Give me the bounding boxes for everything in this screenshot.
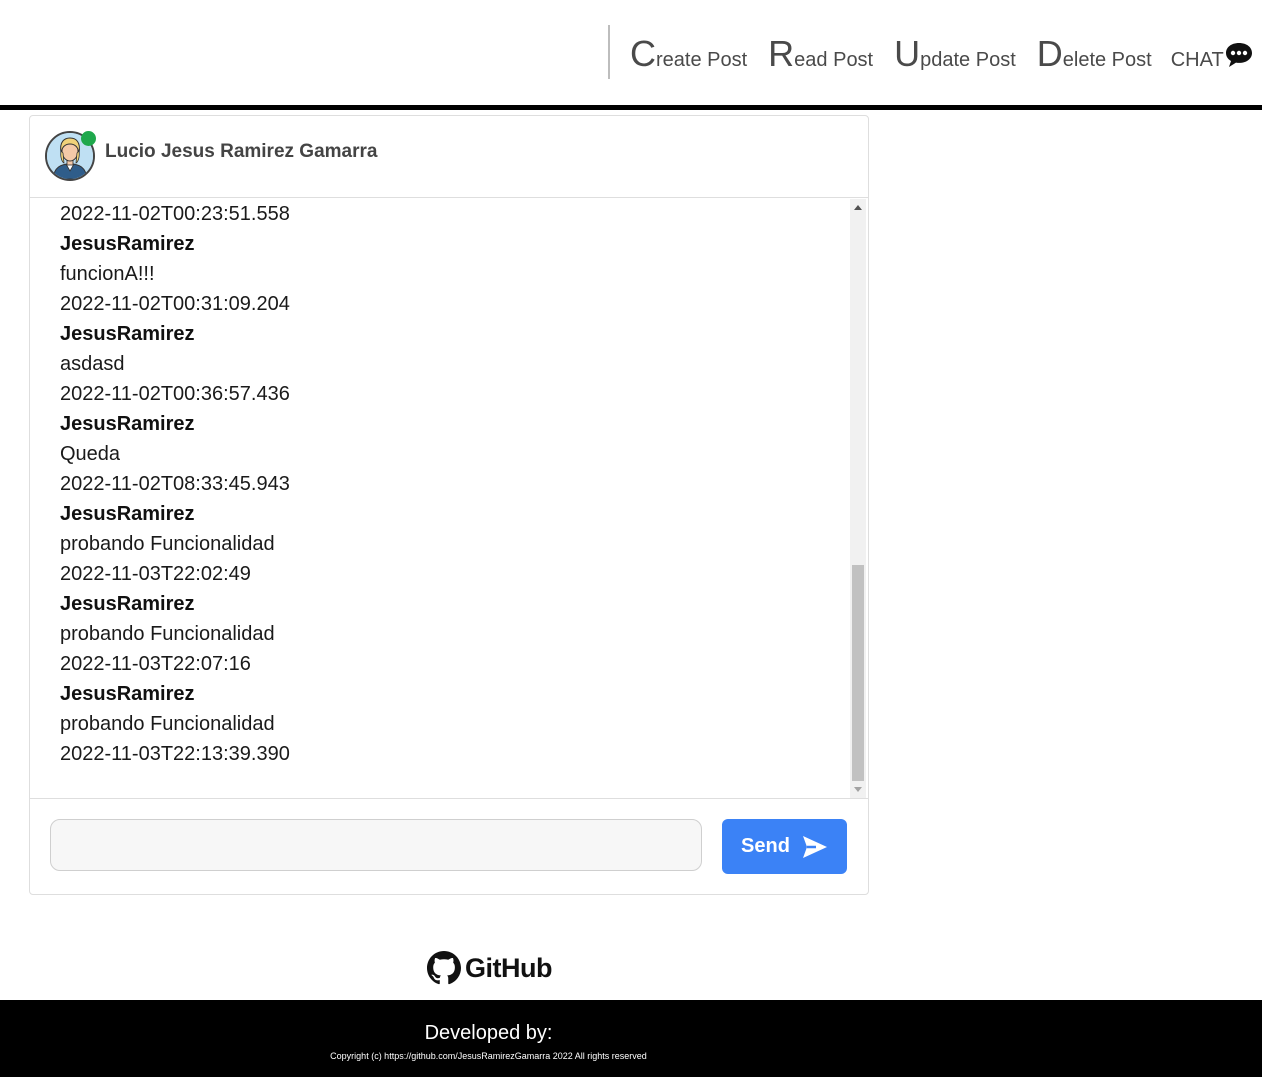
scrollbar-thumb[interactable] <box>852 565 864 781</box>
message-timestamp: 2022-11-03T22:07:16 <box>60 653 251 675</box>
nav-links: Create Post Read Post Update Post Delete… <box>630 30 1254 72</box>
chat-header: Lucio Jesus Ramirez Gamarra <box>30 116 868 198</box>
message-text: funcionA!!! <box>60 263 155 285</box>
nav-link-label: elete Post <box>1062 49 1152 71</box>
message-author: JesusRamirez <box>60 323 195 345</box>
nav-divider <box>608 25 610 79</box>
message-author: JesusRamirez <box>60 233 195 255</box>
nav-link-label: pdate Post <box>920 49 1016 71</box>
nav-create-post-link[interactable]: Create Post <box>630 36 747 72</box>
message-timestamp: 2022-11-02T00:23:51.558 <box>60 203 290 225</box>
message-input[interactable] <box>50 819 702 871</box>
copyright-text: Copyright (c) https://github.com/JesusRa… <box>330 1051 647 1061</box>
message-list-content: 2022-11-02T00:23:51.558 JesusRamirez funci… <box>60 199 840 769</box>
github-label: GitHub <box>465 952 552 983</box>
nav-chat-label: CHAT <box>1170 49 1224 71</box>
message-list[interactable]: 2022-11-02T00:23:51.558 JesusRamirez funci… <box>30 199 868 798</box>
message-text: probando Funcionalidad <box>60 623 275 645</box>
nav-link-label: reate Post <box>656 49 748 71</box>
message-text: probando Funcionalidad <box>60 713 275 735</box>
nav-read-post-link[interactable]: Read Post <box>768 36 873 72</box>
chat-card: Lucio Jesus Ramirez Gamarra 2022-11-02T0… <box>29 115 869 895</box>
send-button-label: Send <box>741 835 790 857</box>
message-author: JesusRamirez <box>60 503 195 525</box>
github-logo-icon <box>427 951 461 985</box>
chat-contact-name: Lucio Jesus Ramirez Gamarra <box>105 141 378 162</box>
message-text: Queda <box>60 443 121 465</box>
scroll-down-arrow-icon[interactable] <box>854 787 862 792</box>
developed-by-text: Developed by: <box>424 1022 553 1044</box>
message-author: JesusRamirez <box>60 683 195 705</box>
nav-update-post-link[interactable]: Update Post <box>894 36 1016 72</box>
message-timestamp: 2022-11-02T00:31:09.204 <box>60 293 290 315</box>
nav-link-initial: D <box>1036 33 1063 74</box>
online-status-dot <box>81 131 96 146</box>
nav-link-initial: U <box>894 33 921 74</box>
message-timestamp: 2022-11-02T00:36:57.436 <box>60 383 290 405</box>
message-list-scrollbar[interactable] <box>850 199 866 798</box>
top-navbar: Create Post Read Post Update Post Delete… <box>0 0 1262 110</box>
message-timestamp: 2022-11-02T08:33:45.943 <box>60 473 290 495</box>
nav-chat-link[interactable]: CHAT <box>1170 42 1254 72</box>
nav-link-initial: C <box>630 33 656 74</box>
nav-link-initial: R <box>768 33 795 74</box>
message-timestamp: 2022-11-03T22:13:39.390 <box>60 743 290 765</box>
scroll-up-arrow-icon[interactable] <box>854 205 862 210</box>
chat-bubble-icon <box>1225 42 1252 67</box>
message-timestamp: 2022-11-03T22:02:49 <box>60 563 251 585</box>
message-text: probando Funcionalidad <box>60 533 275 555</box>
nav-link-label: ead Post <box>794 49 874 71</box>
nav-delete-post-link[interactable]: Delete Post <box>1037 36 1152 72</box>
send-arrow-icon <box>802 835 827 858</box>
message-author: JesusRamirez <box>60 593 195 615</box>
page-footer: Developed by: Copyright (c) https://gith… <box>0 1000 1262 1077</box>
send-button[interactable]: Send <box>722 819 847 874</box>
message-author: JesusRamirez <box>60 413 195 435</box>
github-link[interactable]: GitHub <box>427 951 552 985</box>
message-text: asdasd <box>60 353 125 375</box>
chat-composer: Send <box>30 798 868 894</box>
